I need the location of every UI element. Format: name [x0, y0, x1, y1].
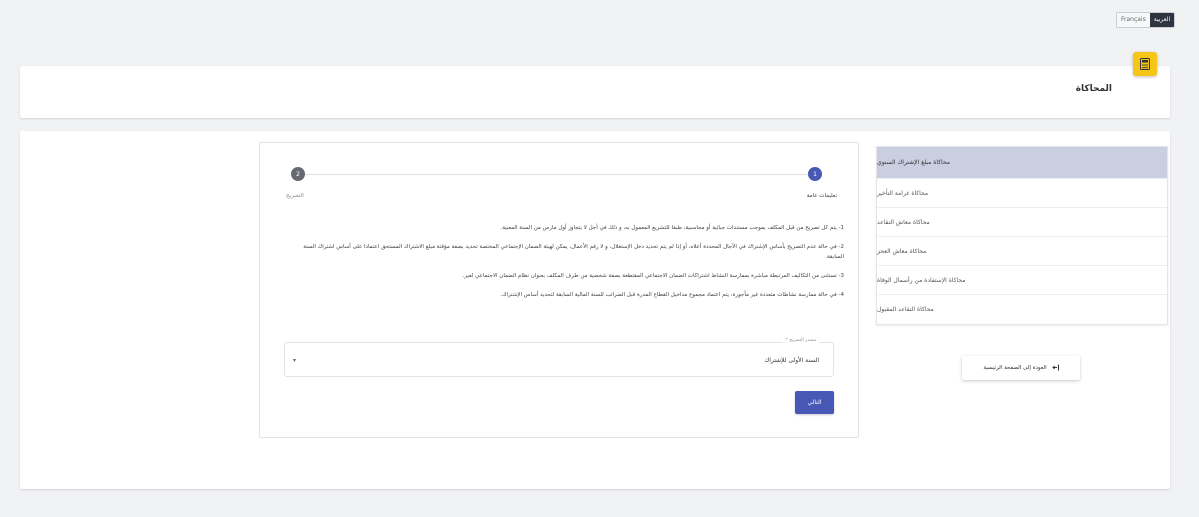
header-card: المحاكاة	[20, 66, 1170, 118]
menu-item-retirement-pension[interactable]: محاكاة معاش التقاعد	[877, 208, 1167, 237]
select-value: السنة الأولى للإشتراك	[764, 357, 819, 364]
step-2-label: التصريح	[286, 193, 304, 199]
language-switch: Français العربية	[1116, 12, 1176, 28]
instruction-item: 2- في حالة عدم التصريح بأساس الإشتراك في…	[303, 244, 844, 260]
instruction-item: 3- تستثنى من التكاليف المرتبطة مباشرة بم…	[462, 273, 844, 279]
instructions-list: 1- يتم كل تصريح من قبل المكلف بموجب مستن…	[284, 223, 844, 309]
menu-item-death-capital[interactable]: محاكاة الإستفادة من رأسمال الوفاة	[877, 266, 1167, 295]
home-button-label: العودة إلى الصفحة الرئيسية	[983, 365, 1047, 371]
menu-item-annual-contribution[interactable]: محاكاة مبلغ الإشتراك السنوي	[877, 147, 1167, 179]
page-title: المحاكاة	[1075, 84, 1112, 94]
select-label: مصدر التصريح *	[782, 338, 819, 343]
declaration-source-select[interactable]: مصدر التصريح * السنة الأولى للإشتراك ▾	[284, 338, 834, 377]
menu-item-late-penalty[interactable]: محاكاة غرامة التأخير	[877, 179, 1167, 208]
stepper-line	[303, 174, 808, 175]
instruction-item: 1- يتم كل تصريح من قبل المكلف بموجب مستن…	[500, 225, 844, 231]
home-button[interactable]: العودة إلى الصفحة الرئيسية	[962, 356, 1080, 380]
instruction-item: 4- في حالة ممارسة نشاطات متعددة غير مأجو…	[500, 292, 844, 298]
simulation-form-panel: 1 2 تعليمات عامة التصريح 1- يتم كل تصريح…	[259, 142, 859, 438]
menu-item-disability-pension[interactable]: محاكاة معاش العجز	[877, 237, 1167, 266]
exit-icon	[1052, 364, 1059, 373]
menu-item-accepted-retirement[interactable]: محاكاة التقاعد المقبول	[877, 295, 1167, 324]
step-1-label: تعليمات عامة	[806, 193, 837, 199]
chevron-down-icon: ▾	[293, 357, 297, 364]
step-2-indicator: 2	[291, 167, 305, 181]
simulation-menu: محاكاة مبلغ الإشتراك السنوي محاكاة غرامة…	[876, 146, 1168, 325]
calculator-icon	[1133, 52, 1157, 76]
next-button[interactable]: التالي	[795, 391, 834, 414]
lang-french-button[interactable]: Français	[1117, 13, 1150, 27]
lang-arabic-button[interactable]: العربية	[1149, 13, 1175, 27]
step-1-indicator: 1	[808, 167, 822, 181]
